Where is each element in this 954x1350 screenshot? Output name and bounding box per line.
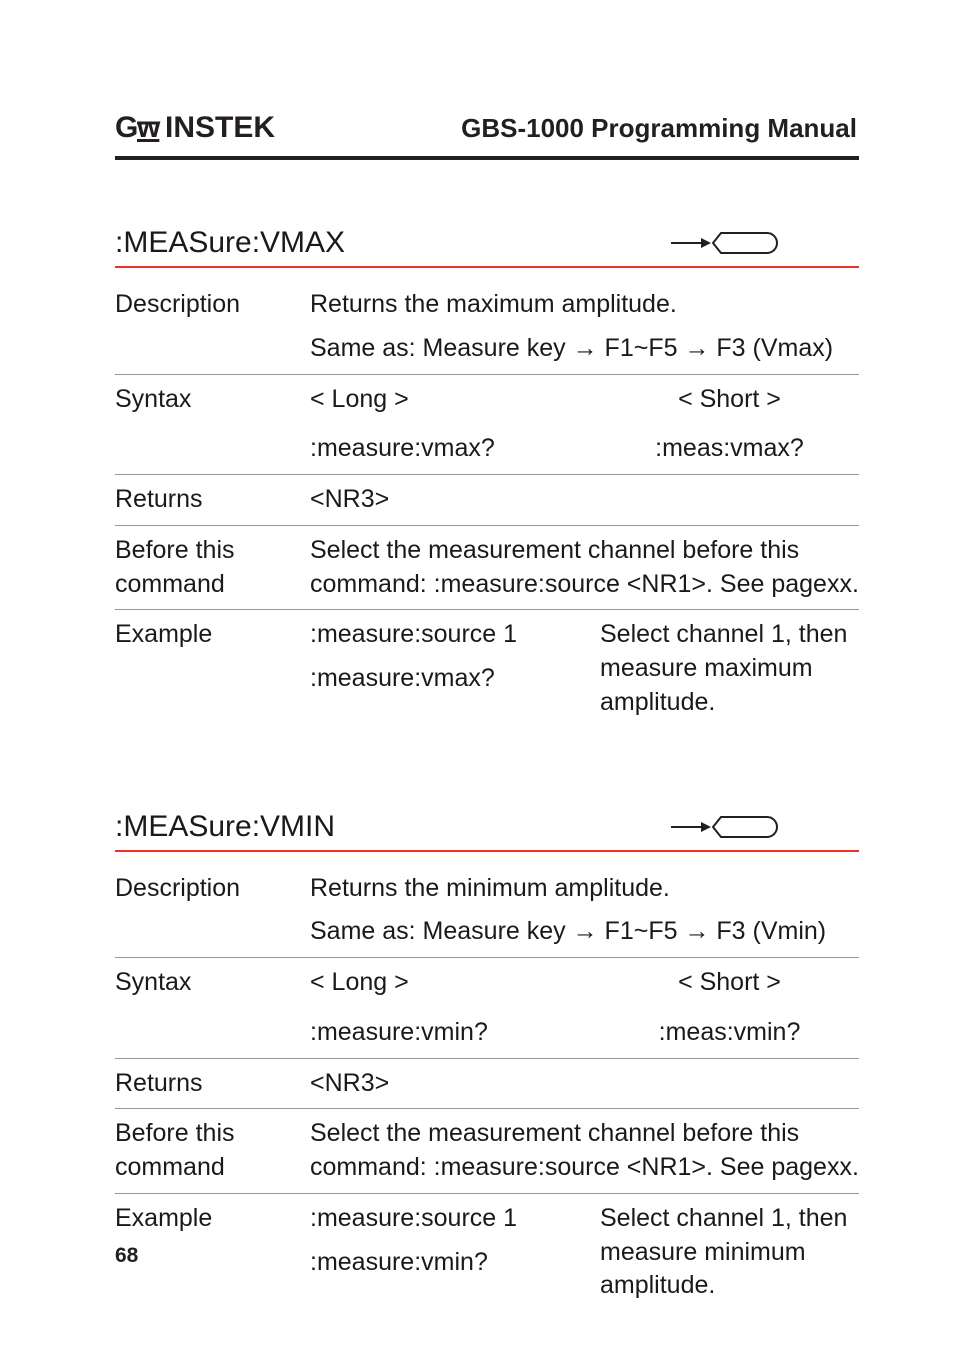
- row-label-syntax: Syntax: [115, 374, 310, 424]
- syntax-short-header: < Short >: [600, 374, 859, 424]
- section-title: :MEASure:VMAX: [115, 226, 345, 260]
- key-shape-icon: [671, 230, 781, 256]
- key-shape-icon: [671, 814, 781, 840]
- brand-logo: G w INSTEK: [115, 110, 305, 144]
- example-cmd1: :measure:source 1: [310, 1202, 600, 1236]
- syntax-long-header: < Long >: [310, 958, 600, 1008]
- command-section-vmax: :MEASure:VMAX Description Returns the ma…: [115, 226, 859, 728]
- description-line2: Same as: Measure key → F1~F5 → F3 (Vmin): [310, 915, 859, 949]
- page-header: G w INSTEK GBS-1000 Programming Manual: [115, 110, 859, 146]
- row-label-before: Before this command: [115, 525, 310, 610]
- row-label-description: Description: [115, 864, 310, 958]
- syntax-long-cmd: :measure:vmax?: [310, 424, 600, 474]
- svg-text:G: G: [115, 111, 137, 144]
- description-line1: Returns the minimum amplitude.: [310, 874, 670, 902]
- returns-value: <NR3>: [310, 475, 859, 526]
- row-label-description: Description: [115, 280, 310, 374]
- svg-text:INSTEK: INSTEK: [165, 111, 275, 144]
- row-label-returns: Returns: [115, 1058, 310, 1109]
- description-line2: Same as: Measure key → F1~F5 → F3 (Vmax): [310, 332, 859, 366]
- row-label-before: Before this command: [115, 1109, 310, 1194]
- syntax-long-cmd: :measure:vmin?: [310, 1008, 600, 1058]
- example-cmd1: :measure:source 1: [310, 618, 600, 652]
- svg-text:w: w: [136, 111, 161, 144]
- before-text: Select the measurement channel before th…: [310, 1109, 859, 1194]
- syntax-long-header: < Long >: [310, 374, 600, 424]
- returns-value: <NR3>: [310, 1058, 859, 1109]
- syntax-short-cmd: :meas:vmax?: [600, 424, 859, 474]
- description-line1: Returns the maximum amplitude.: [310, 290, 677, 318]
- section-title: :MEASure:VMIN: [115, 810, 335, 844]
- page-number: 68: [115, 1244, 138, 1268]
- row-label-example: Example: [115, 610, 310, 728]
- syntax-short-cmd: :meas:vmin?: [600, 1008, 859, 1058]
- example-result: Select channel 1, then measure minimum a…: [600, 1193, 859, 1311]
- document-title: GBS-1000 Programming Manual: [461, 113, 857, 144]
- row-label-example: Example: [115, 1193, 310, 1311]
- syntax-short-header: < Short >: [600, 958, 859, 1008]
- example-result: Select channel 1, then measure maximum a…: [600, 610, 859, 728]
- row-label-syntax: Syntax: [115, 958, 310, 1008]
- header-divider: [115, 156, 859, 160]
- command-section-vmin: :MEASure:VMIN Description Returns the mi…: [115, 810, 859, 1312]
- example-cmd2: :measure:vmin?: [310, 1246, 600, 1280]
- example-cmd2: :measure:vmax?: [310, 662, 600, 696]
- row-label-returns: Returns: [115, 475, 310, 526]
- before-text: Select the measurement channel before th…: [310, 525, 859, 610]
